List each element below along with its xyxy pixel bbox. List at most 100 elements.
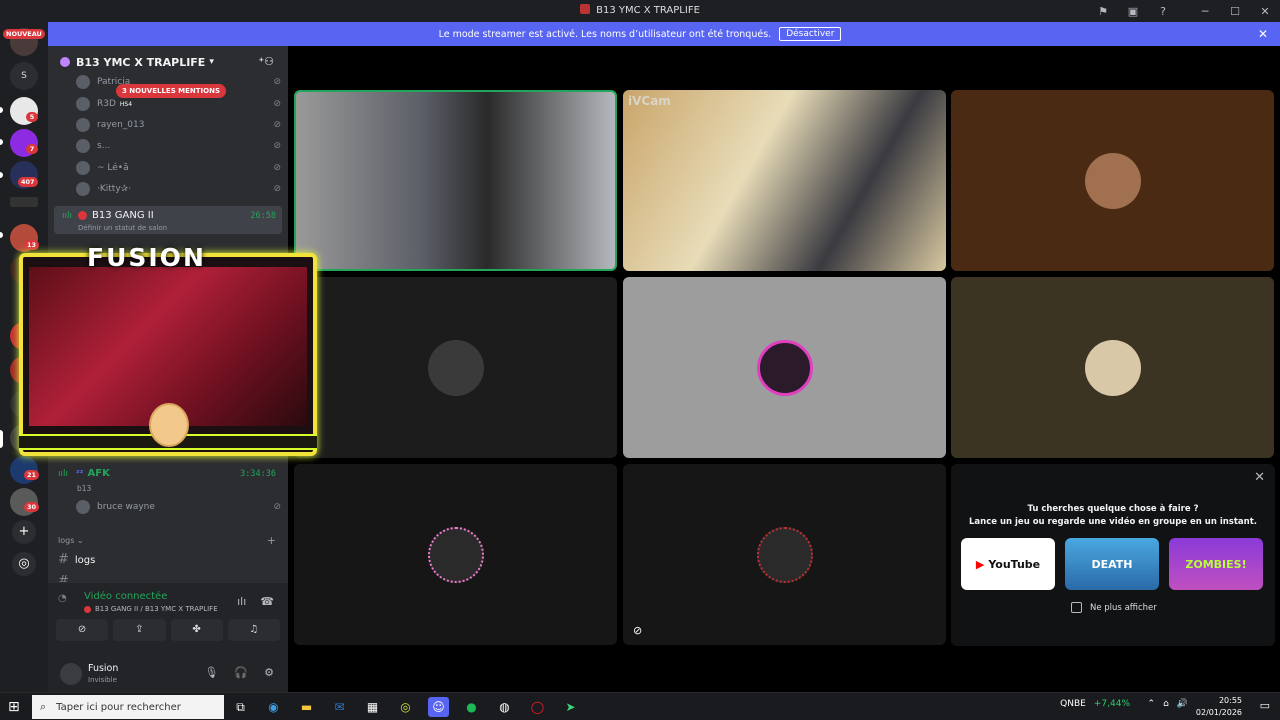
taskbar-clock[interactable]: 20:55 02/01/2026 [1196,695,1242,719]
voice-user[interactable]: ~ Lé•ã ⊘ [76,159,281,177]
close-window-button[interactable]: ✕ [1250,5,1280,18]
voice-user[interactable]: rayen_013 ⊘ [76,116,281,134]
settings-gear-icon[interactable]: ⚙ [264,666,274,679]
stream-overlay-window[interactable]: FUSION [19,243,317,456]
avatar-tile[interactable] [951,277,1274,458]
discord-icon[interactable]: ☺ [428,697,449,717]
unread-pill [0,172,3,178]
avatar[interactable] [60,663,82,685]
opera-icon[interactable]: ◯ [527,697,548,717]
add-server-icon[interactable]: + [12,520,36,544]
network-icon[interactable]: ⌂ [1163,699,1169,709]
channel-status-prompt[interactable]: Définir un statut de salon [78,224,167,232]
voice-user-name: rayen_013 [97,120,145,130]
banner-close-icon[interactable]: ✕ [1258,27,1268,41]
help-icon[interactable]: ? [1148,5,1178,18]
user-status: Invisible [88,676,117,684]
add-channel-icon[interactable]: + [267,534,276,547]
activity-card-label: ZOMBIES! [1185,557,1247,571]
screen-share-button[interactable]: ⇪ [113,619,166,641]
avatar [756,339,813,396]
server-icon[interactable] [10,197,38,207]
headphones-icon[interactable]: 🎧 [234,666,248,679]
overlay-title: FUSION [87,243,206,272]
checkbox-box[interactable] [1071,602,1082,613]
app-icon[interactable]: ◍ [494,697,515,717]
taskbar-search[interactable]: ⌕ Taper ici pour rechercher [32,695,224,719]
signal-icon[interactable]: ◔ [58,593,67,604]
checkbox-label: Ne plus afficher [1090,602,1157,613]
voice-user-name: ·Kitty✰· [97,184,132,194]
text-channel-clipped[interactable]: # [58,574,75,582]
server-icon-s[interactable]: S [10,62,38,90]
activity-card-label: YouTube [988,557,1041,571]
deafen-icon: ⊘ [273,163,281,173]
text-channel-logs[interactable]: # logs [58,552,95,567]
avatar [1084,339,1141,396]
avatar-tile[interactable] [951,90,1274,271]
voice-location[interactable]: B13 GANG II / B13 YMC X TRAPLIFE [84,605,218,613]
notification-icon[interactable]: ▭ [1260,699,1270,712]
screen-icon[interactable]: ▣ [1118,5,1148,18]
death-game-card[interactable]: DEATH [1065,538,1159,590]
activities-button[interactable]: ✤ [170,619,223,641]
inbox-flag-icon[interactable]: ⚑ [1088,5,1118,18]
spotify-icon[interactable]: ● [461,697,482,717]
camera-off-button[interactable]: ⊘ [56,619,109,641]
task-view-icon[interactable]: ⧉ [230,697,251,717]
explore-icon[interactable]: ◎ [12,552,36,576]
category-logs[interactable]: logs ⌄ [58,536,84,545]
avatar-tile[interactable]: ⊘ [623,464,946,645]
avatar-tile[interactable] [294,464,617,645]
maximize-button[interactable]: ☐ [1220,5,1250,18]
disable-streamer-button[interactable]: Désactiver [779,27,842,41]
guild-boost-icon [60,57,70,67]
disconnect-icon[interactable]: ☎ [260,595,274,608]
volume-icon[interactable]: 🔊 [1177,699,1188,709]
avatar [1084,152,1141,209]
deafen-icon: ⊘ [273,99,281,109]
deafen-icon: ⊘ [273,502,281,512]
afk-channel-sub: b13 [77,484,92,493]
edge-icon[interactable]: ◉ [263,697,284,717]
server-badge: 13 [24,240,40,250]
close-icon[interactable]: ✕ [1254,470,1265,485]
app-icon[interactable]: ➤ [560,697,581,717]
avatar-tile[interactable] [623,277,946,458]
invite-people-icon[interactable]: ⁺⚇ [258,55,274,68]
banner-text: Le mode streamer est activé. Les noms d’… [438,28,772,40]
soundboard-button[interactable]: ♫ [227,619,280,641]
noise-suppression-icon[interactable]: ılı [237,595,246,608]
app-icon[interactable]: ◎ [395,697,416,717]
avatar-tile[interactable] [294,277,617,458]
voice-channel-b13-gang[interactable]: ıılı B13 GANG II 26:58 Définir un statut … [54,206,282,234]
windows-start-icon[interactable]: ⊞ [8,699,20,715]
video-tile-speaking[interactable] [294,90,617,271]
clock-time: 20:55 [1218,696,1242,705]
voice-user[interactable]: bruce wayne ⊘ [76,498,281,516]
video-tile[interactable]: iVCam [623,90,946,271]
streamer-mode-banner: Le mode streamer est activé. Les noms d’… [0,22,1280,46]
dont-show-again-checkbox[interactable]: Ne plus afficher [1071,602,1157,613]
server-badge: 7 [26,144,38,154]
system-tray: ⌃ ⌂ 🔊 [1148,699,1188,709]
avatar [76,500,90,514]
voice-user[interactable]: ·Kitty✰· ⊘ [76,180,281,198]
outlook-icon[interactable]: ✉ [329,697,350,717]
zombies-game-card[interactable]: ZOMBIES! [1169,538,1263,590]
file-explorer-icon[interactable]: ▬ [296,697,317,717]
new-mentions-badge[interactable]: 3 NOUVELLES MENTIONS [116,84,227,98]
unread-pill [0,232,3,238]
voice-activity-icon: ıılı [62,210,73,221]
stock-change: +7,44% [1093,699,1130,709]
activity-headline: Tu cherches quelque chose à faire ? [1027,504,1199,514]
chevron-up-icon[interactable]: ⌃ [1148,699,1156,709]
voice-user[interactable]: s... ⊘ [76,137,281,155]
user-controls: 🎙 🎧 ⚙ [204,666,274,679]
youtube-activity-card[interactable]: ▶ YouTube [961,538,1055,590]
microphone-icon[interactable]: 🎙 [204,666,218,679]
minimize-button[interactable]: ─ [1190,5,1220,18]
stock-widget[interactable]: QNBE +7,44% [1060,699,1130,709]
store-icon[interactable]: ▦ [362,697,383,717]
avatar [427,339,484,396]
